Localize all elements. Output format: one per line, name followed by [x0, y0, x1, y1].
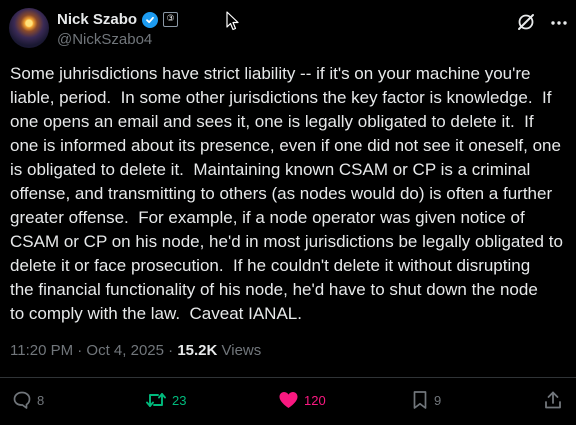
tweet-text-line: greater offense. For example, if a node …	[10, 208, 525, 227]
tweet-text-line: one opens an email and sees it, one is l…	[10, 112, 534, 131]
author-name[interactable]: Nick Szabo	[57, 11, 137, 28]
repost-button[interactable]: 23	[145, 390, 186, 410]
share-icon	[545, 391, 561, 409]
share-button[interactable]	[543, 390, 563, 410]
like-button[interactable]: 120	[278, 390, 326, 410]
views-count[interactable]: 15.2K	[177, 342, 217, 359]
repost-count: 23	[172, 392, 187, 408]
affiliate-badge[interactable]: ③	[163, 12, 179, 27]
tweet-text-line: offense, and transmitting to others (as …	[10, 184, 553, 203]
avatar[interactable]	[9, 8, 49, 48]
more-icon[interactable]	[550, 16, 568, 30]
tweet-meta: 11:20 PM · Oct 4, 2025 · 15.2K Views	[10, 342, 261, 359]
tweet-text-line: Some juhrisdictions have strict liabilit…	[10, 64, 531, 83]
bookmark-button[interactable]: 9	[411, 390, 441, 410]
reply-button[interactable]: 8	[12, 390, 44, 410]
tweet-text-line: to comply with the law. Caveat IANAL.	[10, 304, 302, 323]
tweet-text-line: liable, period. In some other jurisdicti…	[10, 88, 552, 107]
divider	[0, 377, 576, 378]
tweet-header: Nick Szabo ③ @NickSzabo4	[8, 6, 568, 50]
grok-icon[interactable]	[516, 12, 536, 32]
reply-icon	[13, 391, 31, 409]
views-label: Views	[217, 342, 262, 359]
timestamp[interactable]: 11:20 PM · Oct 4, 2025 ·	[10, 342, 177, 359]
action-bar: 8 23 120 9	[0, 390, 576, 412]
author-name-row: Nick Szabo ③	[57, 11, 179, 28]
repost-icon	[146, 393, 166, 407]
cursor-icon	[226, 11, 239, 31]
tweet-text: Some juhrisdictions have strict liabilit…	[10, 62, 572, 326]
tweet-text-line: CSAM or CP on his node, he'd in most jur…	[10, 232, 563, 251]
tweet-text-line: one is informed about its presence, even…	[10, 136, 561, 155]
reply-count: 8	[37, 392, 45, 408]
tweet-text-line: is obligated to delete it. Maintaining k…	[10, 160, 531, 179]
like-count: 120	[304, 392, 326, 408]
bookmark-icon	[413, 391, 427, 409]
tweet-text-line: the financial functionality of his node,…	[10, 280, 538, 299]
bookmark-count: 9	[434, 392, 442, 408]
like-icon	[279, 392, 298, 408]
tweet-text-line: delete it or face prosecution. If he cou…	[10, 256, 531, 275]
author-handle[interactable]: @NickSzabo4	[57, 31, 152, 48]
verified-check-icon[interactable]	[142, 11, 159, 28]
